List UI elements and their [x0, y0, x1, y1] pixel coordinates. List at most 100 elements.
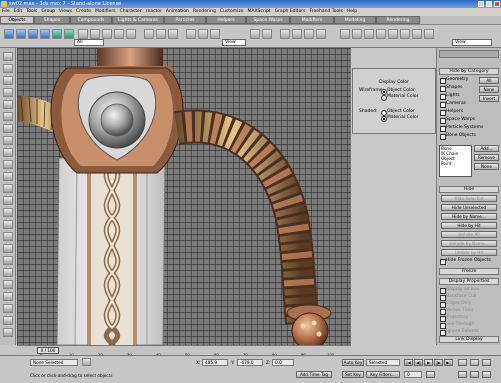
tab-shapes[interactable]: Shapes — [34, 16, 70, 24]
pan-icon[interactable] — [470, 371, 479, 378]
key-filters-button[interactable]: Key Filters... — [366, 371, 400, 378]
fur-tool-icon[interactable] — [3, 52, 13, 61]
next-frame-icon[interactable]: |▶ — [434, 359, 443, 366]
selection-filter-dropdown[interactable]: All — [74, 39, 104, 46]
hide-frozen-checkbox[interactable]: Hide Frozen Objects — [440, 258, 491, 265]
menu-customize[interactable]: Customize — [218, 8, 246, 16]
list-remove-button[interactable]: Remove — [474, 154, 499, 161]
box-icon[interactable] — [4, 29, 14, 39]
menu-animation[interactable]: Animation — [164, 8, 191, 16]
category-invert-button[interactable]: Invert — [479, 95, 499, 102]
add-time-tag-button[interactable]: Add Time Tag — [296, 371, 332, 378]
flatten-tool-icon[interactable] — [3, 136, 13, 145]
hide-unselected-button[interactable]: Hide Unselected — [441, 204, 497, 211]
noise-tool-icon[interactable] — [3, 148, 13, 157]
plane-icon[interactable] — [52, 29, 62, 39]
scale-tool-icon[interactable] — [3, 232, 13, 241]
link-display-rollout[interactable]: Link Display — [439, 336, 499, 343]
grow-tool-icon[interactable] — [3, 172, 13, 181]
tab-space-warps[interactable]: Space Warps — [246, 16, 290, 24]
spinner-snap-icon[interactable] — [316, 29, 326, 39]
layer-manager-icon[interactable] — [364, 29, 374, 39]
unhide-by-name-button[interactable]: Unhide by Name... — [441, 240, 497, 247]
category-shapes-checkbox[interactable]: Shapes — [440, 85, 462, 92]
hide-by-category-rollout[interactable]: Hide by Category — [439, 68, 499, 75]
inflate-tool-icon[interactable] — [3, 124, 13, 133]
backface-cull-checkbox[interactable]: Backface Cull — [440, 294, 476, 301]
schematic-view-icon[interactable] — [388, 29, 398, 39]
trajectory-checkbox[interactable]: Trajectory — [440, 315, 468, 322]
category-cameras-checkbox[interactable]: Cameras — [440, 101, 466, 108]
menu-group[interactable]: Group — [39, 8, 57, 16]
edges-only-checkbox[interactable]: Edges Only — [440, 301, 471, 308]
list-item[interactable]: Point — [441, 161, 471, 166]
select-move-icon[interactable] — [186, 29, 196, 39]
named-selection-dropdown[interactable]: View — [452, 39, 492, 46]
select-rotate-icon[interactable] — [198, 29, 208, 39]
tab-modifiers[interactable]: Modifiers — [290, 16, 334, 24]
y-coordinate-field[interactable]: -679.0 — [237, 359, 263, 366]
z-coordinate-field[interactable]: 0.0 — [272, 359, 294, 366]
ignore-extents-checkbox[interactable]: Ignore Extents — [440, 329, 479, 336]
menu-views[interactable]: Views — [57, 8, 74, 16]
cut-tool-icon[interactable] — [3, 268, 13, 277]
select-manipulate-icon[interactable] — [262, 29, 272, 39]
hide-selected-button[interactable]: Hide Selected — [441, 195, 497, 202]
tab-particles[interactable]: Particles — [164, 16, 206, 24]
cone-icon[interactable] — [64, 29, 74, 39]
tab-rendering[interactable]: Rendering — [376, 16, 420, 24]
menu-edit[interactable]: Edit — [12, 8, 25, 16]
sphere-icon[interactable] — [16, 29, 26, 39]
material-editor-icon[interactable] — [400, 29, 410, 39]
zoom-all-icon[interactable] — [470, 359, 479, 366]
bend-tool-icon[interactable] — [3, 208, 13, 217]
tab-objects[interactable]: Objects — [0, 16, 34, 24]
category-none-button[interactable]: None — [479, 86, 499, 93]
list-add-button[interactable]: Add... — [474, 145, 499, 152]
tab-compounds[interactable]: Compounds — [70, 16, 112, 24]
menu-reactor[interactable]: reactor — [144, 8, 164, 16]
select-scale-icon[interactable] — [210, 29, 220, 39]
hide-category-list[interactable]: Bone IK Chain Object Point — [439, 145, 472, 177]
relax-tool-icon[interactable] — [3, 112, 13, 121]
mirror-tool-icon[interactable] — [3, 304, 13, 313]
hide-by-hit-button[interactable]: Hide by Hit — [441, 222, 497, 229]
redo-icon[interactable] — [90, 29, 100, 39]
reference-coord-dropdown[interactable]: View — [222, 39, 246, 46]
command-panel-tabs[interactable] — [439, 50, 499, 58]
see-through-checkbox[interactable]: See-Through — [440, 322, 474, 329]
render-scene-icon[interactable] — [412, 29, 422, 39]
category-geometry-checkbox[interactable]: Geometry — [440, 77, 468, 84]
auto-key-button[interactable]: Auto Key — [342, 359, 364, 366]
previous-frame-icon[interactable]: ◀| — [414, 359, 423, 366]
minimize-button[interactable] — [478, 1, 484, 7]
menu-character[interactable]: Character — [118, 8, 144, 16]
menu-maxscript[interactable]: MAXScript — [245, 8, 272, 16]
field-of-view-icon[interactable] — [458, 371, 467, 378]
align-icon[interactable] — [352, 29, 362, 39]
unlock-tool-icon[interactable] — [3, 328, 13, 337]
list-item[interactable]: IK Chain Object — [441, 151, 471, 161]
fold-tool-icon[interactable] — [3, 244, 13, 253]
wireframe-material-color-radio[interactable]: Material Color — [381, 94, 435, 101]
push-tool-icon[interactable] — [3, 256, 13, 265]
category-all-button[interactable]: All — [479, 77, 499, 84]
tab-lights-cameras[interactable]: Lights & Cameras — [112, 16, 164, 24]
vertex-ticks-checkbox[interactable]: Vertex Ticks — [440, 308, 473, 315]
twist-tool-icon[interactable] — [3, 196, 13, 205]
current-frame-field[interactable]: 0 — [404, 371, 422, 378]
time-config-icon[interactable] — [426, 371, 435, 378]
play-icon[interactable]: ▶ — [424, 359, 433, 366]
quick-render-icon[interactable] — [424, 29, 434, 39]
unlink-icon[interactable] — [114, 29, 124, 39]
hide-by-name-button[interactable]: Hide by Name... — [441, 213, 497, 220]
viewport-perspective[interactable] — [17, 48, 351, 345]
time-slider-track[interactable]: 0 / 100 0 10 20 30 40 50 60 70 80 90 100 — [17, 345, 351, 357]
tab-modeling[interactable]: Modeling — [334, 16, 376, 24]
menu-help[interactable]: Help — [345, 8, 359, 16]
hide-rollout[interactable]: Hide — [439, 186, 499, 193]
auto-key-dropdown[interactable]: Selected — [366, 359, 400, 366]
lock-selection-icon[interactable] — [82, 358, 91, 366]
category-lights-checkbox[interactable]: Lights — [440, 93, 460, 100]
zoom-icon[interactable] — [458, 359, 467, 366]
